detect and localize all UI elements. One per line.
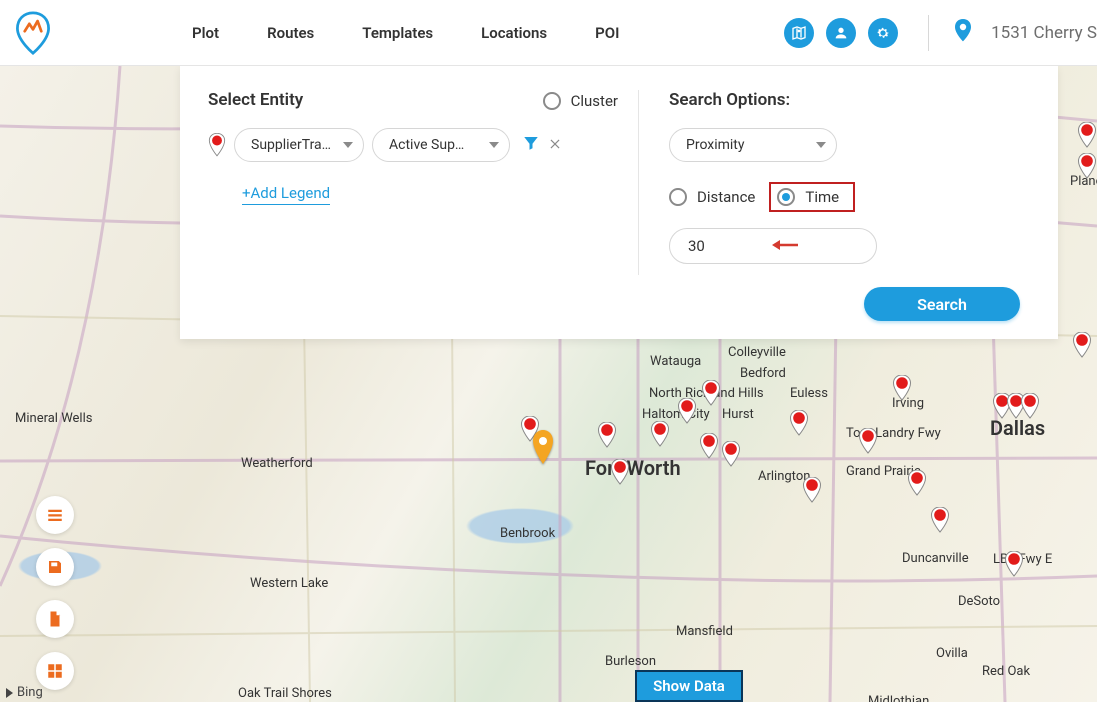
clear-icon[interactable] xyxy=(548,136,562,155)
city-label: DeSoto xyxy=(958,594,1000,609)
city-label: Mansfield xyxy=(676,624,733,639)
city-label: Oak Trail Shores xyxy=(238,686,332,701)
city-label: Ovilla xyxy=(936,646,968,661)
city-label: Benbrook xyxy=(500,526,555,541)
result-pin-icon[interactable] xyxy=(930,507,950,533)
city-label: Duncanville xyxy=(902,551,969,566)
result-pin-icon[interactable] xyxy=(699,433,719,459)
city-label: Burleson xyxy=(605,654,656,669)
entity-column: Select Entity Cluster SupplierTra… Activ… xyxy=(208,90,628,321)
city-label: Mineral Wells xyxy=(15,411,92,426)
city-label: Red Oak xyxy=(982,664,1030,679)
city-label: Bedford xyxy=(740,366,786,381)
show-data-button[interactable]: Show Data xyxy=(635,670,743,702)
entity-dropdown[interactable]: SupplierTra… xyxy=(234,128,364,162)
header-actions: 1531 Cherry S xyxy=(784,15,1097,51)
result-pin-icon[interactable] xyxy=(858,428,878,454)
city-label: Dallas xyxy=(990,416,1045,440)
panel-divider xyxy=(638,90,639,275)
proximity-dropdown[interactable]: Proximity xyxy=(669,128,837,162)
distance-option[interactable]: Distance xyxy=(669,188,755,206)
result-pin-icon[interactable] xyxy=(1004,551,1024,577)
city-label: Euless xyxy=(790,386,828,401)
value-text: 30 xyxy=(688,237,705,255)
distance-label: Distance xyxy=(697,188,755,206)
cluster-radio[interactable] xyxy=(543,92,561,110)
nav-locations[interactable]: Locations xyxy=(481,24,547,42)
search-button[interactable]: Search xyxy=(864,287,1020,321)
result-pin-icon[interactable] xyxy=(1020,393,1040,419)
cluster-toggle[interactable]: Cluster xyxy=(543,92,618,110)
result-pin-icon[interactable] xyxy=(721,441,741,467)
result-pin-icon[interactable] xyxy=(1072,332,1092,358)
result-pin-icon[interactable] xyxy=(892,375,912,401)
tool-save-button[interactable] xyxy=(36,548,74,586)
location-pin-icon xyxy=(953,19,973,47)
search-panel: Select Entity Cluster SupplierTra… Activ… xyxy=(180,66,1058,339)
app-logo[interactable] xyxy=(14,11,52,55)
header-bar: Plot Routes Templates Locations POI 1531… xyxy=(0,0,1097,66)
tool-grid-button[interactable] xyxy=(36,652,74,690)
user-button[interactable] xyxy=(826,18,856,48)
nav-plot[interactable]: Plot xyxy=(192,24,219,42)
city-label: Fort Worth xyxy=(585,456,681,480)
current-address[interactable]: 1531 Cherry S xyxy=(991,23,1097,43)
city-label: Weatherford xyxy=(241,456,313,471)
result-pin-icon[interactable] xyxy=(1077,153,1097,179)
nav-templates[interactable]: Templates xyxy=(362,24,433,42)
result-pin-icon[interactable] xyxy=(789,410,809,436)
city-label: Western Lake xyxy=(250,576,328,591)
entity-pin-icon xyxy=(208,133,226,157)
map-toolbar xyxy=(36,496,74,702)
search-options-column: Search Options: Proximity Distance Time … xyxy=(669,90,1030,321)
time-label: Time xyxy=(805,188,839,206)
value-input[interactable]: 30 xyxy=(669,228,877,264)
city-label: Haltom City xyxy=(642,407,710,422)
result-pin-icon[interactable] xyxy=(802,477,822,503)
city-label: Midlothian xyxy=(868,694,929,702)
cluster-label: Cluster xyxy=(571,92,618,110)
time-option[interactable]: Time xyxy=(769,182,855,212)
tool-document-button[interactable] xyxy=(36,600,74,638)
nav-poi[interactable]: POI xyxy=(595,24,619,42)
result-pin-icon[interactable] xyxy=(1077,122,1097,148)
tool-list-button[interactable] xyxy=(36,496,74,534)
distance-radio[interactable] xyxy=(669,188,687,206)
result-pin-icon[interactable] xyxy=(597,422,617,448)
search-origin-pin-icon xyxy=(531,430,555,466)
city-label: Colleyville xyxy=(728,345,786,360)
arrow-left-icon xyxy=(770,237,798,255)
result-pin-icon[interactable] xyxy=(907,470,927,496)
result-pin-icon[interactable] xyxy=(701,380,721,406)
main-nav: Plot Routes Templates Locations POI xyxy=(192,24,619,42)
filter-icon[interactable] xyxy=(522,134,540,156)
settings-button[interactable] xyxy=(868,18,898,48)
city-label: Hurst xyxy=(722,407,754,422)
result-pin-icon[interactable] xyxy=(677,398,697,424)
map-mode-button[interactable] xyxy=(784,18,814,48)
nav-routes[interactable]: Routes xyxy=(267,24,314,42)
city-label: Watauga xyxy=(650,354,701,369)
separator xyxy=(928,15,929,51)
result-pin-icon[interactable] xyxy=(650,421,670,447)
result-pin-icon[interactable] xyxy=(610,459,630,485)
view-dropdown[interactable]: Active Sup… xyxy=(372,128,510,162)
time-radio[interactable] xyxy=(777,188,795,206)
add-legend-link[interactable]: +Add Legend xyxy=(242,184,330,205)
search-options-title: Search Options: xyxy=(669,90,1030,110)
